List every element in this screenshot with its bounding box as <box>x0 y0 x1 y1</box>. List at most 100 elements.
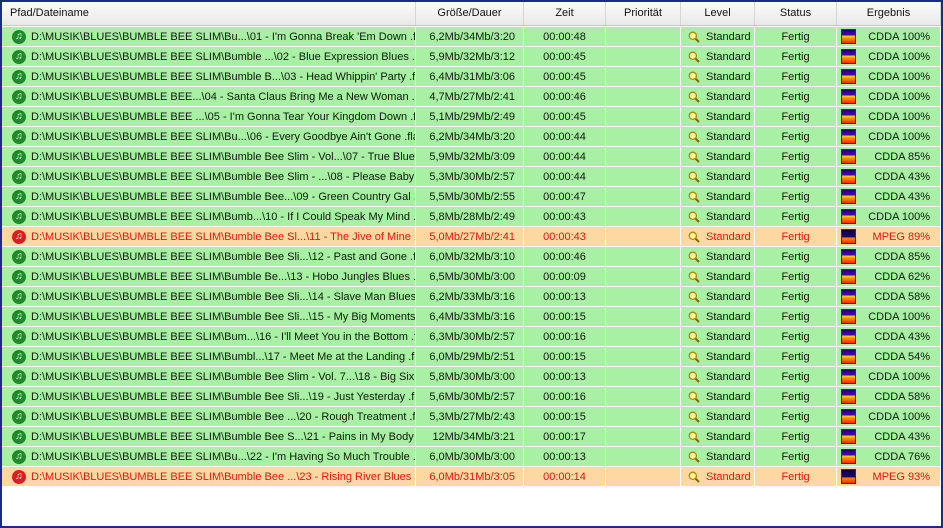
priority <box>606 207 681 227</box>
priority <box>606 447 681 467</box>
table-row[interactable]: ♫ D:\MUSIK\BLUES\BUMBLE BEE SLIM\Bumble B… <box>2 287 941 307</box>
file-path: D:\MUSIK\BLUES\BUMBLE BEE SLIM\Bumbl...\… <box>31 350 415 363</box>
file-path: D:\MUSIK\BLUES\BUMBLE BEE SLIM\Bumble Be… <box>31 170 415 183</box>
magnifier-icon <box>688 251 700 263</box>
status-text: Fertig <box>755 107 837 127</box>
table-row[interactable]: ♫ D:\MUSIK\BLUES\BUMBLE BEE SLIM\Bumble B… <box>2 267 941 287</box>
status-text: Fertig <box>755 327 837 347</box>
spectrum-icon[interactable] <box>841 429 856 444</box>
table-row[interactable]: ♫ D:\MUSIK\BLUES\BUMBLE BEE SLIM\Bumble B… <box>2 147 941 167</box>
column-header-result[interactable]: Ergebnis <box>837 2 941 25</box>
spectrum-icon[interactable] <box>841 169 856 184</box>
spectrum-icon[interactable] <box>841 289 856 304</box>
size-duration: 5,5Mb/30Mb/2:55 <box>416 187 524 207</box>
spectrum-icon[interactable] <box>841 269 856 284</box>
priority <box>606 427 681 447</box>
table-row[interactable]: ♫ D:\MUSIK\BLUES\BUMBLE BEE SLIM\Bumble B… <box>2 67 941 87</box>
table-row[interactable]: ♫ D:\MUSIK\BLUES\BUMBLE BEE SLIM\Bumbl...… <box>2 347 941 367</box>
table-row[interactable]: ♫ D:\MUSIK\BLUES\BUMBLE BEE SLIM\Bumble B… <box>2 227 941 247</box>
table-row[interactable]: ♫ D:\MUSIK\BLUES\BUMBLE BEE SLIM\Bu...\01… <box>2 27 941 47</box>
priority <box>606 167 681 187</box>
spectrum-icon[interactable] <box>841 369 856 384</box>
table-row[interactable]: ♫ D:\MUSIK\BLUES\BUMBLE BEE...\04 - Santa… <box>2 87 941 107</box>
level-text: Standard <box>706 50 751 63</box>
spectrum-icon[interactable] <box>841 129 856 144</box>
spectrum-icon[interactable] <box>841 329 856 344</box>
file-path: D:\MUSIK\BLUES\BUMBLE BEE SLIM\Bumble Be… <box>31 190 415 203</box>
table-row[interactable]: ♫ D:\MUSIK\BLUES\BUMBLE BEE SLIM\Bu...\22… <box>2 447 941 467</box>
column-header-path[interactable]: Pfad/Dateiname <box>2 2 416 25</box>
table-row[interactable]: ♫ D:\MUSIK\BLUES\BUMBLE BEE SLIM\Bumble B… <box>2 167 941 187</box>
size-duration: 5,8Mb/30Mb/3:00 <box>416 367 524 387</box>
table-row[interactable]: ♫ D:\MUSIK\BLUES\BUMBLE BEE SLIM\Bu...\06… <box>2 127 941 147</box>
level-text: Standard <box>706 470 751 483</box>
column-header-level[interactable]: Level <box>681 2 755 25</box>
column-header-time[interactable]: Zeit <box>524 2 606 25</box>
elapsed-time: 00:00:44 <box>524 147 606 167</box>
level-text: Standard <box>706 250 751 263</box>
spectrum-icon[interactable] <box>841 229 856 244</box>
column-header-size[interactable]: Größe/Dauer <box>416 2 524 25</box>
status-text: Fertig <box>755 347 837 367</box>
magnifier-icon <box>688 71 700 83</box>
elapsed-time: 00:00:15 <box>524 307 606 327</box>
result-text: CDDA 100% <box>868 50 930 63</box>
table-row[interactable]: ♫ D:\MUSIK\BLUES\BUMBLE BEE SLIM\Bumb...\… <box>2 207 941 227</box>
spectrum-icon[interactable] <box>841 449 856 464</box>
level-text: Standard <box>706 150 751 163</box>
level-text: Standard <box>706 310 751 323</box>
size-duration: 6,2Mb/34Mb/3:20 <box>416 27 524 47</box>
table-row[interactable]: ♫ D:\MUSIK\BLUES\BUMBLE BEE SLIM\Bumble B… <box>2 247 941 267</box>
file-path: D:\MUSIK\BLUES\BUMBLE BEE SLIM\Bumble Be… <box>31 150 415 163</box>
table-row[interactable]: ♫ D:\MUSIK\BLUES\BUMBLE BEE SLIM\Bumble B… <box>2 367 941 387</box>
file-path: D:\MUSIK\BLUES\BUMBLE BEE...\04 - Santa … <box>31 90 415 103</box>
size-duration: 6,5Mb/30Mb/3:00 <box>416 267 524 287</box>
spectrum-icon[interactable] <box>841 389 856 404</box>
size-duration: 5,3Mb/30Mb/2:57 <box>416 167 524 187</box>
level-cell: Standard <box>681 247 755 267</box>
path-cell: ♫ D:\MUSIK\BLUES\BUMBLE BEE SLIM\Bumble B… <box>2 407 416 427</box>
table-row[interactable]: ♫ D:\MUSIK\BLUES\BUMBLE BEE SLIM\Bumble B… <box>2 187 941 207</box>
elapsed-time: 00:00:14 <box>524 467 606 487</box>
spectrum-icon[interactable] <box>841 149 856 164</box>
level-cell: Standard <box>681 447 755 467</box>
column-header-priority[interactable]: Priorität <box>606 2 681 25</box>
priority <box>606 47 681 67</box>
table-row[interactable]: ♫ D:\MUSIK\BLUES\BUMBLE BEE SLIM\Bumble B… <box>2 387 941 407</box>
priority <box>606 87 681 107</box>
file-path: D:\MUSIK\BLUES\BUMBLE BEE SLIM\Bumble Be… <box>31 250 415 263</box>
level-cell: Standard <box>681 467 755 487</box>
spectrum-icon[interactable] <box>841 469 856 484</box>
spectrum-icon[interactable] <box>841 189 856 204</box>
spectrum-icon[interactable] <box>841 209 856 224</box>
table-row[interactable]: ♫ D:\MUSIK\BLUES\BUMBLE BEE SLIM\Bum...\1… <box>2 327 941 347</box>
result-cell: CDDA 58% <box>837 287 941 307</box>
music-note-icon: ♫ <box>12 429 26 444</box>
table-row[interactable]: ♫ D:\MUSIK\BLUES\BUMBLE BEE SLIM\Bumble .… <box>2 47 941 67</box>
spectrum-icon[interactable] <box>841 109 856 124</box>
column-header-status[interactable]: Status <box>755 2 837 25</box>
level-cell: Standard <box>681 147 755 167</box>
spectrum-icon[interactable] <box>841 409 856 424</box>
level-text: Standard <box>706 210 751 223</box>
level-text: Standard <box>706 30 751 43</box>
table-row[interactable]: ♫ D:\MUSIK\BLUES\BUMBLE BEE SLIM\Bumble B… <box>2 467 941 487</box>
level-cell: Standard <box>681 27 755 47</box>
spectrum-icon[interactable] <box>841 309 856 324</box>
level-text: Standard <box>706 390 751 403</box>
spectrum-icon[interactable] <box>841 69 856 84</box>
priority <box>606 287 681 307</box>
table-row[interactable]: ♫ D:\MUSIK\BLUES\BUMBLE BEE SLIM\Bumble B… <box>2 407 941 427</box>
table-row[interactable]: ♫ D:\MUSIK\BLUES\BUMBLE BEE SLIM\Bumble B… <box>2 427 941 447</box>
spectrum-icon[interactable] <box>841 349 856 364</box>
table-row[interactable]: ♫ D:\MUSIK\BLUES\BUMBLE BEE SLIM\Bumble B… <box>2 307 941 327</box>
result-cell: CDDA 62% <box>837 267 941 287</box>
table-row[interactable]: ♫ D:\MUSIK\BLUES\BUMBLE BEE ...\05 - I'm … <box>2 107 941 127</box>
spectrum-icon[interactable] <box>841 29 856 44</box>
spectrum-icon[interactable] <box>841 89 856 104</box>
level-text: Standard <box>706 170 751 183</box>
spectrum-icon[interactable] <box>841 49 856 64</box>
result-cell: CDDA 100% <box>837 87 941 107</box>
priority <box>606 347 681 367</box>
spectrum-icon[interactable] <box>841 249 856 264</box>
